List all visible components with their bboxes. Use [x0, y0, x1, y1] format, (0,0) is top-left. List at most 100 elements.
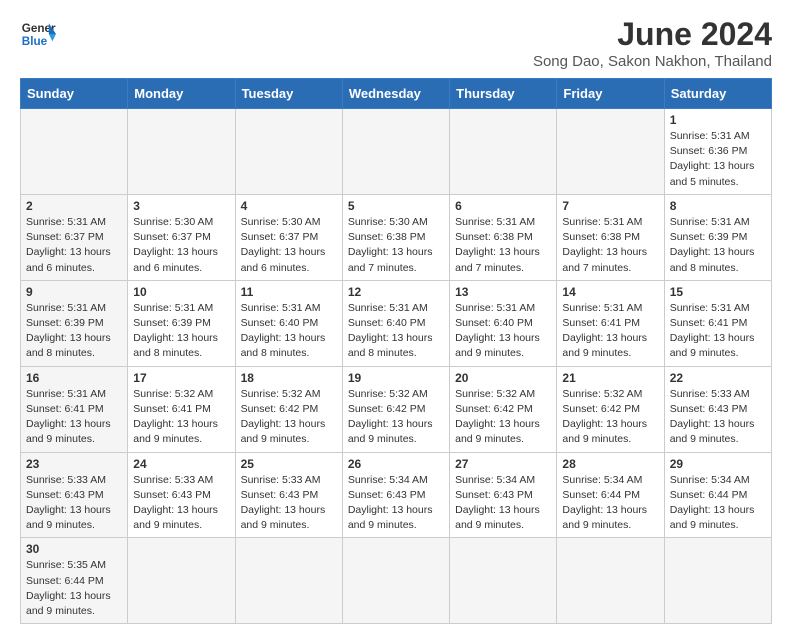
month-title: June 2024: [533, 16, 772, 53]
calendar-cell: [342, 538, 449, 624]
day-number: 14: [562, 285, 658, 299]
calendar-cell: 22 Sunrise: 5:33 AMSunset: 6:43 PMDayligh…: [664, 366, 771, 452]
day-info: Sunrise: 5:32 AMSunset: 6:42 PMDaylight:…: [348, 387, 444, 448]
calendar-body: 1Sunrise: 5:31 AMSunset: 6:36 PMDaylight…: [21, 109, 772, 624]
weekday-header-tuesday: Tuesday: [235, 79, 342, 109]
weekday-header-sunday: Sunday: [21, 79, 128, 109]
title-area: June 2024 Song Dao, Sakon Nakhon, Thaila…: [533, 16, 772, 70]
calendar-cell: [128, 538, 235, 624]
calendar-cell: [235, 538, 342, 624]
day-number: 11: [241, 285, 337, 299]
calendar-cell: [450, 109, 557, 195]
day-info: Sunrise: 5:32 AMSunset: 6:42 PMDaylight:…: [241, 387, 337, 448]
day-info: Sunrise: 5:34 AMSunset: 6:44 PMDaylight:…: [562, 473, 658, 534]
day-number: 16: [26, 371, 122, 385]
calendar-cell: [557, 538, 664, 624]
logo: General Blue: [20, 16, 56, 52]
day-info: Sunrise: 5:33 AMSunset: 6:43 PMDaylight:…: [670, 387, 766, 448]
day-number: 29: [670, 457, 766, 471]
day-info: Sunrise: 5:34 AMSunset: 6:44 PMDaylight:…: [670, 473, 766, 534]
day-info: Sunrise: 5:32 AMSunset: 6:42 PMDaylight:…: [455, 387, 551, 448]
calendar-cell: 14 Sunrise: 5:31 AMSunset: 6:41 PMDayligh…: [557, 280, 664, 366]
day-info: Sunrise: 5:31 AMSunset: 6:40 PMDaylight:…: [348, 301, 444, 362]
day-info: Sunrise: 5:32 AMSunset: 6:41 PMDaylight:…: [133, 387, 229, 448]
calendar-cell: 10 Sunrise: 5:31 AMSunset: 6:39 PMDayligh…: [128, 280, 235, 366]
day-number: 22: [670, 371, 766, 385]
calendar-header: SundayMondayTuesdayWednesdayThursdayFrid…: [21, 79, 772, 109]
weekday-header-row: SundayMondayTuesdayWednesdayThursdayFrid…: [21, 79, 772, 109]
day-info: Sunrise: 5:30 AMSunset: 6:37 PMDaylight:…: [241, 215, 337, 276]
weekday-header-monday: Monday: [128, 79, 235, 109]
day-number: 27: [455, 457, 551, 471]
calendar-cell: 27 Sunrise: 5:34 AMSunset: 6:43 PMDayligh…: [450, 452, 557, 538]
day-number: 25: [241, 457, 337, 471]
calendar-cell: [557, 109, 664, 195]
calendar-cell: 21Sunrise: 5:32 AMSunset: 6:42 PMDayligh…: [557, 366, 664, 452]
day-info: Sunrise: 5:30 AMSunset: 6:38 PMDaylight:…: [348, 215, 444, 276]
day-number: 15: [670, 285, 766, 299]
calendar-cell: 24 Sunrise: 5:33 AMSunset: 6:43 PMDayligh…: [128, 452, 235, 538]
calendar-cell: [128, 109, 235, 195]
calendar-cell: 19Sunrise: 5:32 AMSunset: 6:42 PMDayligh…: [342, 366, 449, 452]
day-number: 1: [670, 113, 766, 127]
day-info: Sunrise: 5:35 AMSunset: 6:44 PMDaylight:…: [26, 558, 122, 619]
day-info: Sunrise: 5:32 AMSunset: 6:42 PMDaylight:…: [562, 387, 658, 448]
day-info: Sunrise: 5:33 AMSunset: 6:43 PMDaylight:…: [241, 473, 337, 534]
day-number: 28: [562, 457, 658, 471]
day-info: Sunrise: 5:31 AMSunset: 6:41 PMDaylight:…: [562, 301, 658, 362]
calendar-week-0: 1Sunrise: 5:31 AMSunset: 6:36 PMDaylight…: [21, 109, 772, 195]
day-info: Sunrise: 5:31 AMSunset: 6:38 PMDaylight:…: [455, 215, 551, 276]
calendar-week-4: 23 Sunrise: 5:33 AMSunset: 6:43 PMDayligh…: [21, 452, 772, 538]
day-number: 23: [26, 457, 122, 471]
calendar-cell: 15Sunrise: 5:31 AMSunset: 6:41 PMDayligh…: [664, 280, 771, 366]
weekday-header-wednesday: Wednesday: [342, 79, 449, 109]
day-number: 3: [133, 199, 229, 213]
location-subtitle: Song Dao, Sakon Nakhon, Thailand: [533, 53, 772, 70]
day-number: 26: [348, 457, 444, 471]
day-info: Sunrise: 5:34 AMSunset: 6:43 PMDaylight:…: [455, 473, 551, 534]
day-number: 7: [562, 199, 658, 213]
day-info: Sunrise: 5:31 AMSunset: 6:37 PMDaylight:…: [26, 215, 122, 276]
day-info: Sunrise: 5:34 AMSunset: 6:43 PMDaylight:…: [348, 473, 444, 534]
day-number: 9: [26, 285, 122, 299]
day-number: 8: [670, 199, 766, 213]
day-info: Sunrise: 5:31 AMSunset: 6:39 PMDaylight:…: [26, 301, 122, 362]
calendar-week-5: 30 Sunrise: 5:35 AMSunset: 6:44 PMDayligh…: [21, 538, 772, 624]
day-number: 10: [133, 285, 229, 299]
day-info: Sunrise: 5:33 AMSunset: 6:43 PMDaylight:…: [133, 473, 229, 534]
weekday-header-friday: Friday: [557, 79, 664, 109]
calendar-cell: 29 Sunrise: 5:34 AMSunset: 6:44 PMDayligh…: [664, 452, 771, 538]
weekday-header-saturday: Saturday: [664, 79, 771, 109]
calendar-cell: [664, 538, 771, 624]
calendar-cell: 5Sunrise: 5:30 AMSunset: 6:38 PMDaylight…: [342, 194, 449, 280]
day-info: Sunrise: 5:31 AMSunset: 6:39 PMDaylight:…: [133, 301, 229, 362]
calendar-cell: 13Sunrise: 5:31 AMSunset: 6:40 PMDayligh…: [450, 280, 557, 366]
day-number: 18: [241, 371, 337, 385]
day-number: 4: [241, 199, 337, 213]
calendar-cell: 3 Sunrise: 5:30 AMSunset: 6:37 PMDaylight…: [128, 194, 235, 280]
calendar-cell: 23Sunrise: 5:33 AMSunset: 6:43 PMDayligh…: [21, 452, 128, 538]
calendar-week-2: 9 Sunrise: 5:31 AMSunset: 6:39 PMDaylight…: [21, 280, 772, 366]
weekday-header-thursday: Thursday: [450, 79, 557, 109]
day-info: Sunrise: 5:30 AMSunset: 6:37 PMDaylight:…: [133, 215, 229, 276]
day-number: 13: [455, 285, 551, 299]
day-number: 6: [455, 199, 551, 213]
calendar-cell: 17 Sunrise: 5:32 AMSunset: 6:41 PMDayligh…: [128, 366, 235, 452]
calendar-week-3: 16Sunrise: 5:31 AMSunset: 6:41 PMDayligh…: [21, 366, 772, 452]
calendar-cell: [450, 538, 557, 624]
calendar-cell: 8Sunrise: 5:31 AMSunset: 6:39 PMDaylight…: [664, 194, 771, 280]
calendar-week-1: 2Sunrise: 5:31 AMSunset: 6:37 PMDaylight…: [21, 194, 772, 280]
day-number: 12: [348, 285, 444, 299]
svg-text:Blue: Blue: [22, 35, 48, 48]
calendar-cell: 26 Sunrise: 5:34 AMSunset: 6:43 PMDayligh…: [342, 452, 449, 538]
calendar-cell: 12 Sunrise: 5:31 AMSunset: 6:40 PMDayligh…: [342, 280, 449, 366]
calendar-cell: 6 Sunrise: 5:31 AMSunset: 6:38 PMDaylight…: [450, 194, 557, 280]
day-number: 24: [133, 457, 229, 471]
generalblue-logo-icon: General Blue: [20, 16, 56, 52]
calendar-table: SundayMondayTuesdayWednesdayThursdayFrid…: [20, 78, 772, 624]
calendar-cell: 11Sunrise: 5:31 AMSunset: 6:40 PMDayligh…: [235, 280, 342, 366]
day-number: 30: [26, 542, 122, 556]
calendar-cell: 30 Sunrise: 5:35 AMSunset: 6:44 PMDayligh…: [21, 538, 128, 624]
calendar-cell: [21, 109, 128, 195]
day-number: 17: [133, 371, 229, 385]
